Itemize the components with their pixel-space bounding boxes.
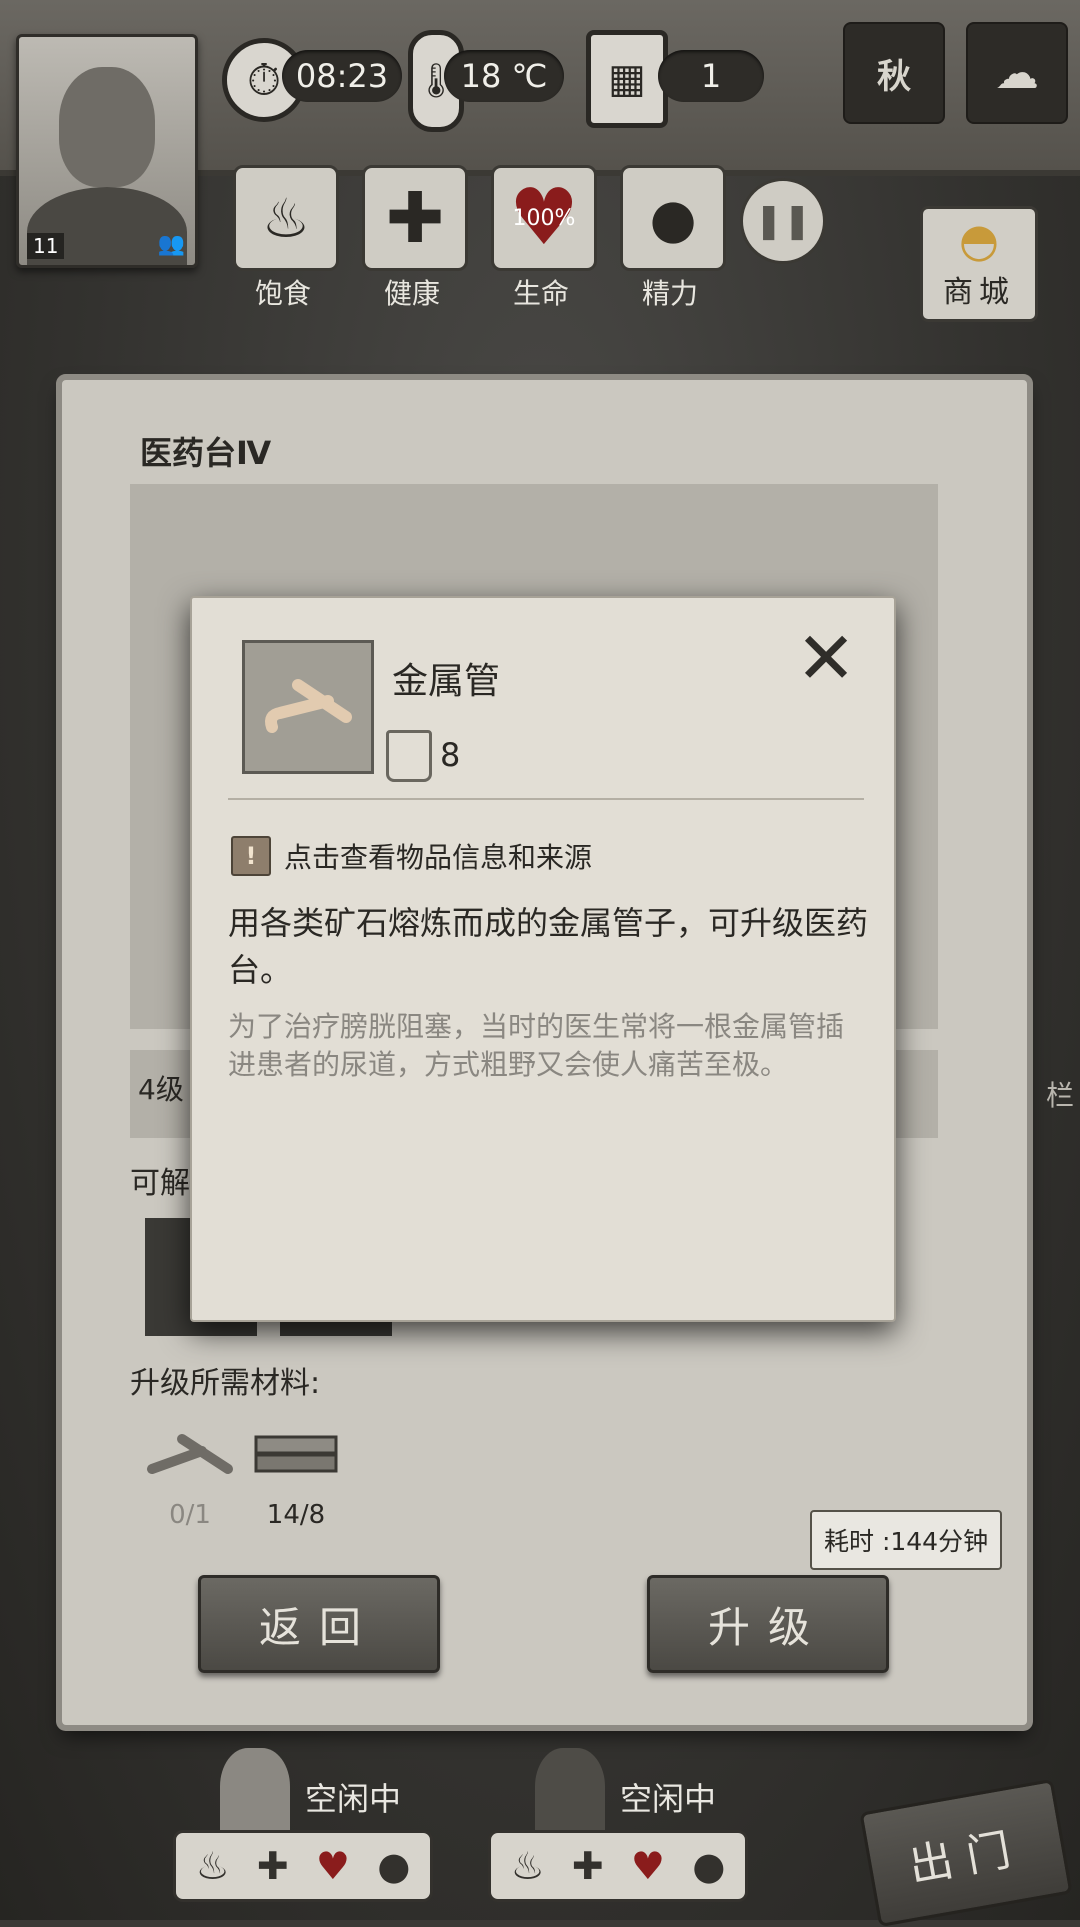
health-label: 健康 — [383, 277, 440, 310]
companion-status: 空闲中 — [620, 1780, 717, 1818]
plus-icon: ✚ — [571, 1844, 604, 1888]
companion-stats[interactable]: ♨ ✚ ♥ ● — [173, 1830, 433, 1902]
plus-icon: ✚ — [256, 1844, 289, 1888]
stomach-icon: ♨ — [261, 186, 311, 250]
time-display: 08:23 — [282, 50, 402, 102]
temperature-display: 18 ℃ — [444, 50, 564, 102]
item-description: 用各类矿石熔炼而成的金属管子，可升级医药台。 — [228, 904, 869, 989]
unlock-label: 可解 — [130, 1166, 190, 1201]
stomach-icon: ♨ — [195, 1844, 230, 1888]
back-button[interactable]: 返回 — [198, 1575, 440, 1673]
requirements-label: 升级所需材料: — [130, 1366, 321, 1401]
person-icon: ● — [692, 1844, 726, 1888]
player-level: 11 — [27, 233, 65, 259]
panel-title: 医药台Ⅳ — [140, 434, 272, 472]
item-count: 8 — [440, 736, 461, 774]
material-qty: 14/8 — [266, 1500, 326, 1530]
metal-pipe-icon[interactable] — [140, 1420, 240, 1490]
day-display: 1 — [658, 50, 764, 102]
companion-stats[interactable]: ♨ ✚ ♥ ● — [488, 1830, 748, 1902]
companion-status: 空闲中 — [305, 1780, 402, 1818]
wood-plank-icon[interactable] — [246, 1420, 346, 1490]
calendar-icon: ▦ — [586, 30, 668, 128]
stomach-icon: ♨ — [510, 1844, 545, 1888]
person-icon: ● — [377, 1844, 411, 1888]
pause-button[interactable]: ❚❚ — [740, 178, 826, 264]
life-value: 100% — [512, 205, 576, 231]
satiety-label: 饱食 — [254, 277, 311, 310]
divider — [228, 798, 864, 800]
season-label: 秋 — [877, 56, 911, 97]
energy-stat[interactable]: ● — [620, 165, 726, 271]
warning-icon[interactable]: ! — [231, 836, 271, 876]
side-label: 栏 — [1046, 1079, 1075, 1112]
player-portrait[interactable]: 11 👥 — [16, 34, 198, 268]
life-label: 生命 — [512, 277, 569, 310]
item-source-link[interactable]: 点击查看物品信息和来源 — [284, 836, 592, 876]
item-lore: 为了治疗膀胱阻塞，当时的医生常将一根金属管插进患者的尿道，方式粗野又会使人痛苦至… — [228, 1010, 845, 1081]
item-name: 金属管 — [392, 661, 501, 702]
time-cost-tooltip: 耗时 :144分钟 — [810, 1510, 1003, 1570]
item-thumbnail — [242, 640, 374, 774]
metal-pipe-icon — [265, 679, 352, 733]
shell-icon: ◓ — [958, 213, 1000, 267]
upgrade-button[interactable]: 升级 — [647, 1575, 889, 1673]
heart-icon: ♥ — [315, 1844, 350, 1888]
heart-icon: ♥ — [630, 1844, 665, 1888]
plus-icon: ✚ — [385, 177, 445, 259]
life-stat[interactable]: ♥ 100% — [491, 165, 597, 271]
shop-label: 商城 — [943, 275, 1015, 310]
bag-icon — [386, 730, 432, 782]
satiety-stat[interactable]: ♨ — [233, 165, 339, 271]
material-qty: 0/1 — [169, 1500, 211, 1530]
group-icon: 👥 — [157, 232, 185, 257]
weather-cloud-icon[interactable]: ☁ — [966, 22, 1068, 124]
health-stat[interactable]: ✚ — [362, 165, 468, 271]
season-icon[interactable]: 秋 — [843, 22, 945, 124]
energy-label: 精力 — [641, 277, 698, 310]
pause-icon: ❚❚ — [754, 201, 812, 241]
shop-button[interactable]: ◓ 商城 — [920, 206, 1038, 322]
close-icon[interactable]: ✕ — [790, 622, 862, 694]
person-icon: ● — [649, 186, 697, 250]
portrait-face — [59, 67, 155, 187]
